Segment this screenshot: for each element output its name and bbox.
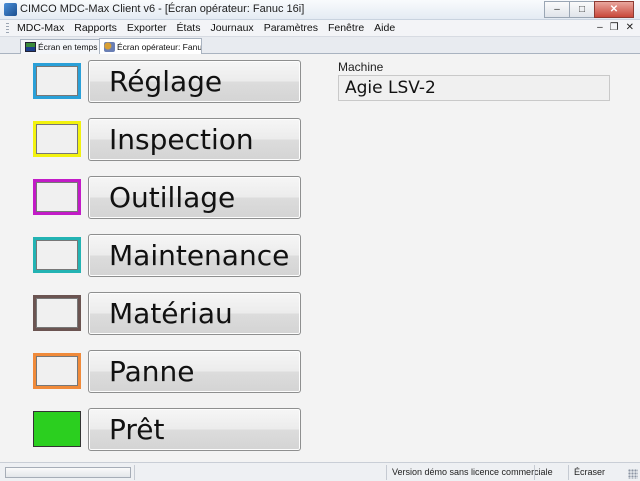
mdi-minimize-button[interactable]: –: [597, 22, 603, 33]
menu-etats[interactable]: États: [172, 22, 206, 34]
status-bar: Version démo sans licence commerciale Éc…: [0, 462, 640, 481]
status-color-swatch: [33, 411, 81, 447]
menu-fenetre[interactable]: Fenêtre: [323, 22, 369, 34]
statusbar-empty-panel-2: [534, 465, 566, 480]
status-color-swatch: [33, 237, 81, 273]
progress-bar: [5, 467, 131, 478]
mdi-close-button[interactable]: ✕: [626, 22, 634, 33]
panne-button[interactable]: Panne: [88, 350, 301, 393]
tab-operator-screen[interactable]: Écran opérateur: Fanuc 16i: [99, 38, 202, 54]
pret-button[interactable]: Prêt: [88, 408, 301, 451]
status-row-materiau: Matériau: [33, 292, 301, 335]
machine-name-field: Agie LSV-2: [338, 75, 610, 101]
close-button[interactable]: ✕: [594, 1, 634, 18]
status-color-swatch: [33, 179, 81, 215]
tab-label: Écran en temps réel: [38, 42, 99, 52]
status-color-swatch: [33, 121, 81, 157]
status-row-panne: Panne: [33, 350, 301, 393]
statusbar-empty-panel: [134, 465, 386, 480]
status-color-swatch: [33, 295, 81, 331]
menu-mdc-max[interactable]: MDC-Max: [13, 22, 69, 34]
tab-realtime-screen[interactable]: Écran en temps réel: [20, 39, 100, 54]
maintenance-button[interactable]: Maintenance: [88, 234, 301, 277]
app-icon: [4, 3, 17, 16]
status-row-inspection: Inspection: [33, 118, 301, 161]
status-color-swatch: [33, 63, 81, 99]
materiau-button[interactable]: Matériau: [88, 292, 301, 335]
inspection-button[interactable]: Inspection: [88, 118, 301, 161]
menu-bar: MDC-Max Rapports Exporter États Journaux…: [0, 20, 640, 37]
status-row-maintenance: Maintenance: [33, 234, 301, 277]
machine-label: Machine: [338, 60, 384, 74]
outillage-button[interactable]: Outillage: [88, 176, 301, 219]
realtime-screen-icon: [25, 42, 36, 52]
operator-screen-icon: [104, 41, 115, 52]
mdi-controls: – ❐ ✕: [597, 22, 634, 33]
menu-exporter[interactable]: Exporter: [122, 22, 172, 34]
title-bar: CIMCO MDC-Max Client v6 - [Écran opérate…: [0, 0, 640, 20]
toolbar-grip-icon[interactable]: [6, 23, 9, 34]
license-status: Version démo sans licence commerciale: [386, 465, 553, 480]
document-tab-strip: Écran en temps réel Écran opérateur: Fan…: [0, 37, 640, 54]
status-row-outillage: Outillage: [33, 176, 301, 219]
insert-mode-status: Écraser: [568, 465, 626, 480]
mdi-restore-button[interactable]: ❐: [610, 22, 619, 33]
minimize-button[interactable]: –: [544, 1, 570, 18]
menu-rapports[interactable]: Rapports: [69, 22, 122, 34]
window-controls: – □ ✕: [544, 1, 634, 18]
menu-items: MDC-Max Rapports Exporter États Journaux…: [13, 22, 400, 34]
status-row-reglage: Réglage: [33, 60, 301, 103]
status-color-swatch: [33, 353, 81, 389]
resize-grip-icon[interactable]: [628, 469, 638, 479]
maximize-button[interactable]: □: [569, 1, 595, 18]
menu-journaux[interactable]: Journaux: [205, 22, 258, 34]
tab-label: Écran opérateur: Fanuc 16i: [117, 41, 202, 52]
window-title: CIMCO MDC-Max Client v6 - [Écran opérate…: [20, 3, 305, 15]
menu-parametres[interactable]: Paramètres: [259, 22, 323, 34]
reglage-button[interactable]: Réglage: [88, 60, 301, 103]
menu-aide[interactable]: Aide: [369, 22, 400, 34]
status-row-pret: Prêt: [33, 408, 301, 451]
